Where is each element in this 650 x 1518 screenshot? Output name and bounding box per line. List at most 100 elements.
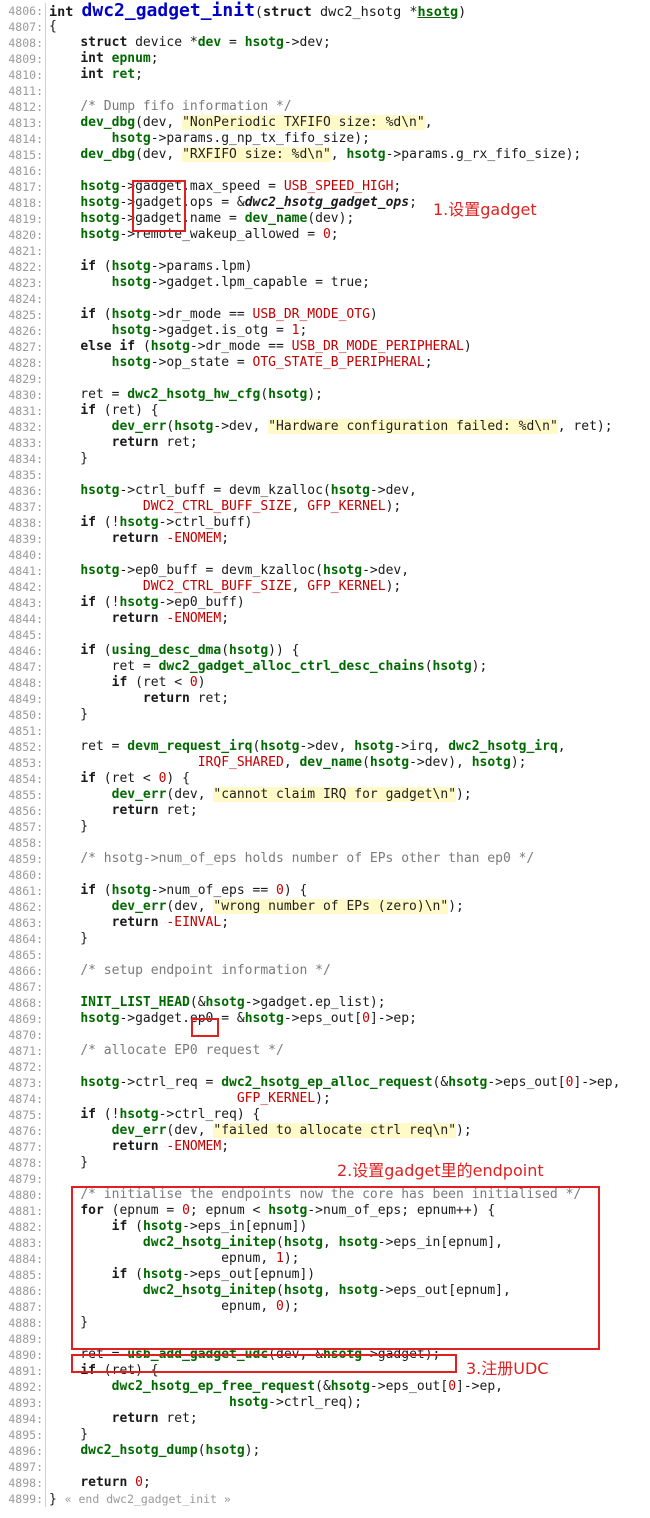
code-token: hsotg xyxy=(111,883,151,898)
code-text: if (ret < 0) { xyxy=(49,771,190,787)
gutter-divider xyxy=(45,1267,46,1283)
code-token: "failed to allocate ctrl req\n" xyxy=(213,1123,457,1138)
code-token: ->eps_out[ xyxy=(487,1075,566,1090)
code-token: 0 xyxy=(276,883,284,898)
line-number: 4888: xyxy=(8,1316,43,1330)
code-line: 4870: xyxy=(0,1027,650,1043)
gutter-divider xyxy=(45,1011,46,1027)
code-token: ( xyxy=(260,387,269,402)
code-text: if (hsotg->num_of_eps == 0) { xyxy=(49,883,307,899)
code-token: ) { xyxy=(283,883,308,898)
gutter-divider xyxy=(45,1315,46,1331)
gutter-divider xyxy=(45,595,46,611)
code-token: dev_dbg xyxy=(80,147,136,162)
code-token: OTG_STATE_B_PERIPHERAL xyxy=(252,355,425,370)
gutter-divider xyxy=(45,51,46,67)
code-token: return xyxy=(80,1475,136,1490)
code-line: 4819: hsotg->gadget.name = dev_name(dev)… xyxy=(0,211,650,227)
line-number: 4854: xyxy=(8,772,43,786)
gutter-divider xyxy=(45,499,46,515)
code-token: hsotg xyxy=(260,739,300,754)
code-line: 4846: if (using_desc_dma(hsotg)) { xyxy=(0,643,650,659)
code-token: /* allocate EP0 request */ xyxy=(80,1043,284,1058)
code-line: 4866: /* setup endpoint information */ xyxy=(0,963,650,979)
line-number: 4861: xyxy=(8,884,43,898)
code-token: /* hsotg->num_of_eps holds number of EPs… xyxy=(80,851,535,866)
code-token: devm_request_irq xyxy=(127,739,253,754)
code-token: ret = xyxy=(49,739,128,754)
code-token: ( xyxy=(103,307,112,322)
code-token: ret = xyxy=(49,387,128,402)
code-text: if (hsotg->params.lpm) xyxy=(49,259,252,275)
gutter-divider xyxy=(45,227,46,243)
code-line: 4849: return ret; xyxy=(0,691,650,707)
highlight-box-ep0 xyxy=(191,1018,219,1037)
gutter-divider xyxy=(45,35,46,51)
line-number: 4828: xyxy=(8,356,43,370)
code-line: 4817: hsotg->gadget.max_speed = USB_SPEE… xyxy=(0,179,650,195)
code-text: ret = devm_request_irq(hsotg->dev, hsotg… xyxy=(49,739,565,755)
code-token: (& xyxy=(432,1075,449,1090)
gutter-divider xyxy=(45,563,46,579)
code-token: 0 xyxy=(189,675,198,690)
code-line: 4831: if (ret) { xyxy=(0,403,650,419)
gutter-divider xyxy=(45,115,46,131)
line-number: 4823: xyxy=(8,276,43,290)
code-line: 4896: dwc2_hsotg_dump(hsotg); xyxy=(0,1443,650,1459)
code-line: 4818: hsotg->gadget.ops = &dwc2_hsotg_ga… xyxy=(0,195,650,211)
line-number: 4824: xyxy=(8,292,43,306)
code-token: IRQF_SHARED xyxy=(197,755,284,770)
line-number: 4843: xyxy=(8,596,43,610)
code-line: 4816: xyxy=(0,163,650,179)
line-number: 4891: xyxy=(8,1364,43,1378)
code-text: return ret; xyxy=(49,1411,198,1427)
gutter-divider xyxy=(45,1459,46,1475)
gutter-divider xyxy=(45,403,46,419)
gutter-divider xyxy=(45,355,46,371)
code-token: ); xyxy=(456,787,472,802)
line-number: 4862: xyxy=(8,900,43,914)
code-text: hsotg->ctrl_req); xyxy=(49,1395,362,1411)
code-line: 4854: if (ret < 0) { xyxy=(0,771,650,787)
line-number: 4865: xyxy=(8,948,43,962)
code-line: 4814: hsotg->params.g_np_tx_fifo_size); xyxy=(0,131,650,147)
code-token: dwc2_gadget_init xyxy=(81,0,255,21)
code-token: "RXFIFO size: %d\n" xyxy=(182,147,331,162)
code-line: 4875: if (!hsotg->ctrl_req) { xyxy=(0,1107,650,1123)
line-number: 4834: xyxy=(8,452,43,466)
code-text: /* hsotg->num_of_eps holds number of EPs… xyxy=(49,851,534,867)
code-line: 4812: /* Dump fifo information */ xyxy=(0,99,650,115)
code-token: ; xyxy=(221,611,230,626)
code-text: int ret; xyxy=(49,67,143,83)
code-token: ->irq, xyxy=(393,739,449,754)
code-token: , ret); xyxy=(557,419,613,434)
code-token: if xyxy=(80,643,104,658)
code-token: ( xyxy=(197,1443,206,1458)
code-token: hsotg xyxy=(80,211,120,226)
line-number: 4883: xyxy=(8,1236,43,1250)
line-number: 4856: xyxy=(8,804,43,818)
gutter-divider xyxy=(45,259,46,275)
code-token: dev_err xyxy=(111,1123,167,1138)
code-token: hsotg xyxy=(80,1011,120,1026)
code-token: -ENOMEM xyxy=(166,611,222,626)
highlight-box-init-endpoints xyxy=(71,1186,600,1350)
code-text: /* setup endpoint information */ xyxy=(49,963,330,979)
code-token: DWC2_CTRL_BUFF_SIZE xyxy=(142,579,292,594)
code-token: ret xyxy=(111,67,136,82)
gutter-divider xyxy=(45,899,46,915)
line-number: 4899: xyxy=(8,1492,43,1506)
code-line: 4855: dev_err(dev, "cannot claim IRQ for… xyxy=(0,787,650,803)
code-line: 4859: /* hsotg->num_of_eps holds number … xyxy=(0,851,650,867)
code-text: ret = dwc2_hsotg_hw_cfg(hsotg); xyxy=(49,387,323,403)
code-line: 4832: dev_err(hsotg->dev, "Hardware conf… xyxy=(0,419,650,435)
code-token: dev_name xyxy=(299,755,363,770)
code-line: 4838: if (!hsotg->ctrl_buff) xyxy=(0,515,650,531)
code-token: if xyxy=(80,883,104,898)
code-line: 4864: } xyxy=(0,931,650,947)
